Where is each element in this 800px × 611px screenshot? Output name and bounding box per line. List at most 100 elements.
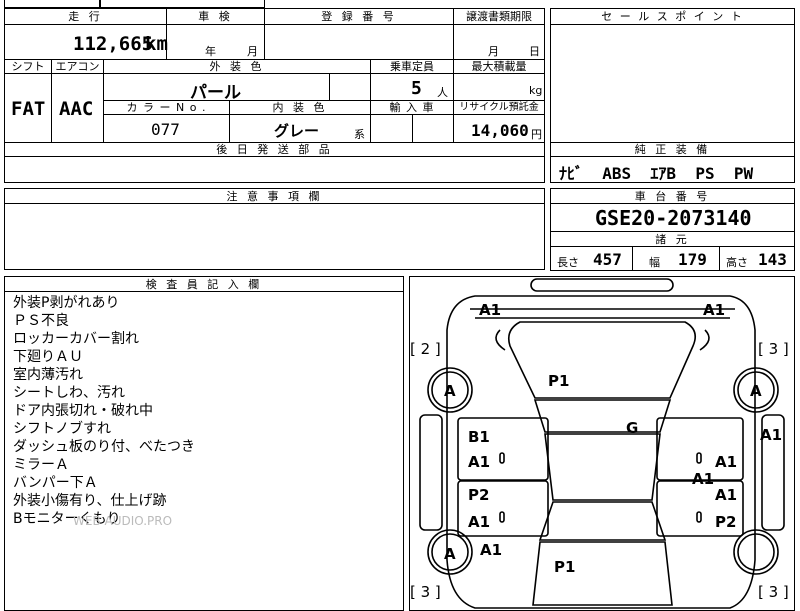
- interior-color-header-cell: 内 装 色: [229, 100, 371, 115]
- aircon-header-cell: エアコン: [51, 59, 104, 74]
- front-bumper-outline: [530, 278, 674, 292]
- aircon-value: AAC: [59, 98, 94, 120]
- inspector-header: 検 査 員 記 入 欄: [145, 278, 263, 291]
- height-label: 高さ: [726, 256, 748, 269]
- max-load-header-cell: 最大積載量: [453, 59, 545, 74]
- transfer-deadline-header: 譲渡書類期限: [466, 10, 532, 23]
- inspector-note: ミラーＡ: [13, 457, 69, 473]
- interior-color-value: グレー: [274, 122, 320, 140]
- length-value: 457: [593, 250, 622, 269]
- shift-value-cell: FAT: [4, 73, 52, 143]
- inspector-note: 下廻りＡＵ: [13, 349, 83, 365]
- capacity-unit: 人: [437, 86, 448, 99]
- label-a1-left-door2: A1: [468, 513, 490, 531]
- inspector-note: シートしわ、汚れ: [13, 385, 125, 401]
- recycle-header-cell: リサイクル預託金: [453, 100, 545, 115]
- later-parts-value-cell: [4, 156, 545, 183]
- inspector-header-cell: 検 査 員 記 入 欄: [4, 276, 404, 292]
- label-bracket-right-bottom: [ 3 ]: [758, 583, 789, 601]
- width-value: 179: [678, 250, 707, 269]
- inspector-note: 外装小傷有り、仕上げ跡: [13, 493, 167, 509]
- color-no-header-cell: カ ラ ー N o .: [103, 100, 230, 115]
- left-rocker: [419, 414, 443, 531]
- label-p1-hood: P1: [548, 372, 569, 390]
- label-a1-top-left: A1: [479, 301, 501, 319]
- recycle-value-cell: 14,060 円: [453, 114, 545, 143]
- capacity-header: 乗車定員: [390, 60, 434, 73]
- car-diagram-box: A1 A1 [ 2 ] [ 3 ] A A P1 A1 B1 G A1 A1 A…: [409, 276, 795, 611]
- mileage-value-cell: 112,665 km: [4, 24, 168, 60]
- specs-header: 諸 元: [655, 233, 690, 246]
- inspector-body: 外装P剥がれあり ＰＳ不良 ロッカーカバー割れ 下廻りＡＵ 室内薄汚れ シートし…: [4, 291, 404, 611]
- label-b1-left: B1: [468, 428, 490, 446]
- specs-height-cell: 高さ 143: [719, 246, 795, 271]
- label-p1-trunk: P1: [554, 558, 575, 576]
- inspection-header: 車 検: [198, 10, 233, 23]
- transfer-value-cell: 月 日: [453, 24, 545, 60]
- label-g-roof: G: [626, 419, 638, 437]
- label-p2-right: P2: [715, 513, 736, 531]
- car-diagram: A1 A1 [ 2 ] [ 3 ] A A P1 A1 B1 G A1 A1 A…: [410, 278, 789, 609]
- label-a1-right-mid: A1: [692, 470, 714, 488]
- inspection-value-cell: 年 月: [166, 24, 265, 60]
- color-no-value: 077: [151, 120, 180, 139]
- rear-window-outline: [538, 501, 667, 541]
- transfer-day: 日: [529, 45, 540, 58]
- registration-value-cell: [264, 24, 454, 60]
- inspector-note: シフトノブすれ: [13, 421, 111, 437]
- inspector-note: 室内薄汚れ: [13, 367, 83, 383]
- wheel-rear-right: [733, 529, 779, 575]
- aircon-header: エアコン: [55, 60, 100, 73]
- import-header-cell: 輸 入 車: [370, 100, 454, 115]
- equipment-header: 純 正 装 備: [634, 143, 711, 156]
- shift-header: シフト: [11, 60, 45, 73]
- capacity-header-cell: 乗車定員: [370, 59, 454, 74]
- color-no-value-cell: 077: [103, 114, 230, 143]
- max-load-header: 最大積載量: [471, 60, 527, 73]
- registration-header-cell: 登 録 番 号: [264, 8, 454, 25]
- label-a1-left-rear: A1: [480, 541, 502, 559]
- notes-header: 注 意 事 項 欄: [226, 190, 323, 203]
- interior-color-suffix: 系: [354, 128, 365, 141]
- recycle-value: 14,060: [471, 121, 529, 140]
- specs-length-cell: 長さ 457: [550, 246, 633, 271]
- import-value-cell-1: [370, 114, 413, 143]
- label-a-left-rear: A: [444, 545, 456, 563]
- aircon-value-cell: AAC: [51, 73, 104, 143]
- max-load-unit: kg: [529, 84, 543, 97]
- watermark: WEB AUDIO.PRO: [73, 514, 173, 528]
- sales-point-body: [550, 24, 795, 143]
- top-strip-left: [4, 0, 100, 8]
- inspector-note: ＰＳ不良: [13, 313, 69, 329]
- capacity-value-cell: 5 人: [370, 73, 454, 101]
- label-a-right-front: A: [750, 382, 762, 400]
- sales-point-header: セ ー ル ス ポ イ ン ト: [601, 10, 744, 23]
- roof-outline: [544, 433, 661, 501]
- label-a1-right-fender: A1: [760, 426, 782, 444]
- interior-color-value-cell: グレー 系: [229, 114, 371, 143]
- mileage-unit: km: [145, 33, 168, 55]
- notes-header-cell: 注 意 事 項 欄: [4, 188, 545, 204]
- import-header: 輸 入 車: [389, 101, 435, 114]
- height-value: 143: [758, 250, 787, 269]
- shift-value: FAT: [11, 98, 46, 120]
- specs-width-cell: 幅 179: [632, 246, 720, 271]
- width-label: 幅: [649, 256, 660, 269]
- hood-outline: [507, 321, 696, 399]
- notes-body: [4, 203, 545, 270]
- chassis-value-cell: GSE20-2073140: [550, 203, 795, 232]
- inspector-note: ロッカーカバー割れ: [13, 331, 139, 347]
- mileage-header: 走 行: [68, 10, 103, 23]
- inspector-note: バンパー下Ａ: [13, 475, 98, 491]
- inspector-note: ドア内張切れ・破れ中: [13, 403, 153, 419]
- equipment-value-cell: ﾅﾋﾞ ABS ｴｱB PS PW: [550, 156, 795, 183]
- inspection-month: 月: [247, 45, 258, 58]
- chassis-value: GSE20-2073140: [595, 206, 752, 230]
- interior-color-header: 内 装 色: [272, 101, 328, 114]
- equipment-value: ﾅﾋﾞ ABS ｴｱB PS PW: [559, 164, 754, 183]
- exterior-color-extra-cell: [329, 73, 371, 101]
- chassis-header-cell: 車 台 番 号: [550, 188, 795, 204]
- sales-point-header-cell: セ ー ル ス ポ イ ン ト: [550, 8, 795, 25]
- body-outline: [446, 295, 756, 609]
- top-strip-mid: [100, 0, 265, 8]
